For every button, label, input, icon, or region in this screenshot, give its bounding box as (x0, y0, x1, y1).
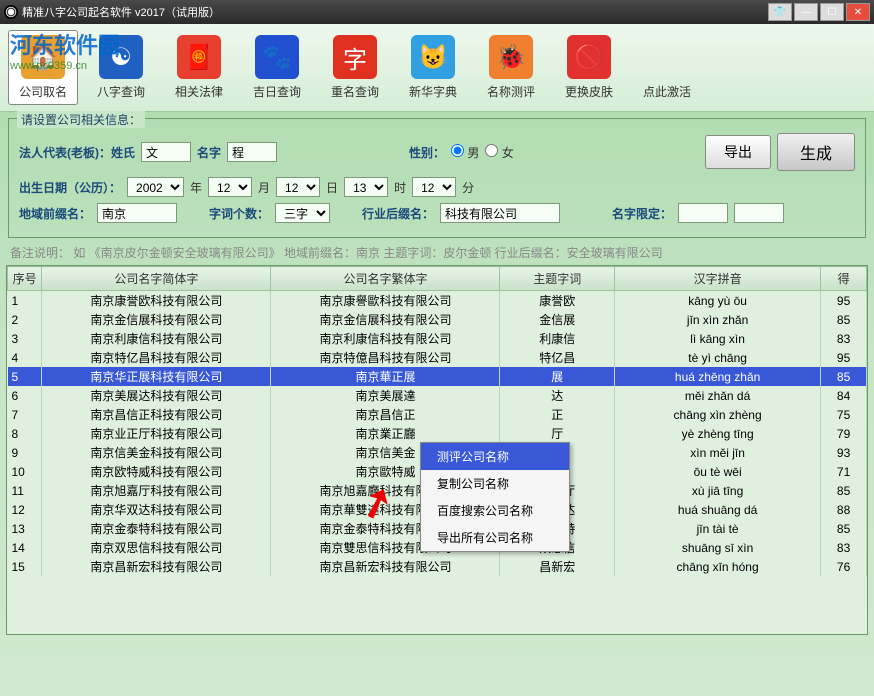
th-theme[interactable]: 主题字词 (500, 267, 615, 291)
tshirt-button[interactable]: 👕 (768, 3, 792, 21)
table-row[interactable]: 2南京金信展科技有限公司南京金信展科技有限公司金信展jīn xìn zhǎn85 (8, 310, 867, 329)
export-button[interactable]: 导出 (705, 135, 771, 169)
watermark-text: 河东软件园 (10, 33, 120, 58)
context-menu-item[interactable]: 百度搜索公司名称 (421, 497, 569, 524)
th-traditional[interactable]: 公司名字繁体字 (271, 267, 500, 291)
firstname-input[interactable] (227, 142, 277, 162)
toolbar-item-3[interactable]: 🐾 吉日查询 (242, 31, 312, 104)
toolbar-label: 吉日查询 (253, 83, 301, 100)
gender-label: 性别： (409, 144, 445, 161)
toolbar-icon: 🐾 (255, 35, 299, 79)
company-info-fieldset: 请设置公司相关信息： 法人代表(老板)：姓氏 名字 性别： 男 女 导出 生成 … (8, 118, 866, 238)
toolbar-icon: 🚫 (567, 35, 611, 79)
toolbar-label: 重名查询 (331, 83, 379, 100)
main-toolbar: 🏠公司取名☯八字查询🧧相关法律🐾吉日查询字重名查询😺新华字典🐞名称测评🚫更换皮肤… (0, 24, 874, 112)
toolbar-icon: 🐞 (489, 35, 533, 79)
window-title: 精准八字公司起名软件 v2017（试用版） (22, 4, 768, 20)
hour-select[interactable]: 13 (344, 177, 388, 197)
toolbar-label: 八字查询 (97, 83, 145, 100)
context-menu: 测评公司名称复制公司名称百度搜索公司名称导出所有公司名称 (420, 442, 570, 552)
year-select[interactable]: 2002 (127, 177, 184, 197)
suffix-label: 行业后缀名： (362, 205, 434, 222)
region-input[interactable] (97, 203, 177, 223)
th-pinyin[interactable]: 汉字拼音 (615, 267, 821, 291)
context-menu-item[interactable]: 导出所有公司名称 (421, 524, 569, 551)
toolbar-icon: 😺 (411, 35, 455, 79)
lock-input-2[interactable] (734, 203, 784, 223)
toolbar-item-2[interactable]: 🧧 相关法律 (164, 31, 234, 104)
generate-button[interactable]: 生成 (777, 133, 855, 171)
toolbar-label: 更换皮肤 (565, 83, 613, 100)
minimize-button[interactable]: — (794, 3, 818, 21)
table-header-row: 序号 公司名字简体字 公司名字繁体字 主题字词 汉字拼音 得 (8, 267, 867, 291)
day-select[interactable]: 12 (276, 177, 320, 197)
toolbar-item-7[interactable]: 🚫 更换皮肤 (554, 31, 624, 104)
close-button[interactable]: ✕ (846, 3, 870, 21)
context-menu-item[interactable]: 测评公司名称 (421, 443, 569, 470)
th-simplified[interactable]: 公司名字简体字 (42, 267, 271, 291)
toolbar-icon (645, 35, 689, 79)
month-select[interactable]: 12 (208, 177, 252, 197)
name-label: 名字 (197, 144, 221, 161)
toolbar-label: 点此激活 (643, 83, 691, 100)
table-row[interactable]: 7南京昌信正科技有限公司南京昌信正正chāng xìn zhèng75 (8, 405, 867, 424)
maximize-button[interactable]: ☐ (820, 3, 844, 21)
lock-label: 名字限定： (612, 205, 672, 222)
wordcount-label: 字词个数： (209, 205, 269, 222)
watermark: 河东软件园 www.pc0359.cn (10, 28, 120, 72)
birth-label: 出生日期（公历）： (19, 179, 121, 196)
gender-female-radio[interactable]: 女 (485, 144, 513, 161)
toolbar-item-6[interactable]: 🐞 名称测评 (476, 31, 546, 104)
suffix-input[interactable] (440, 203, 560, 223)
gender-male-radio[interactable]: 男 (451, 144, 479, 161)
table-row[interactable]: 15南京昌新宏科技有限公司南京昌新宏科技有限公司昌新宏chāng xīn hón… (8, 557, 867, 576)
table-row[interactable]: 6南京美展达科技有限公司南京美展達达měi zhǎn dá84 (8, 386, 867, 405)
toolbar-item-4[interactable]: 字重名查询 (320, 31, 390, 104)
app-icon (4, 5, 18, 19)
toolbar-label: 新华字典 (409, 83, 457, 100)
region-label: 地域前缀名： (19, 205, 91, 222)
table-row[interactable]: 4南京特亿昌科技有限公司南京特億昌科技有限公司特亿昌tè yì chāng95 (8, 348, 867, 367)
owner-label: 法人代表(老板)：姓氏 (19, 144, 135, 161)
minute-select[interactable]: 12 (412, 177, 456, 197)
table-row[interactable]: 3南京利康信科技有限公司南京利康信科技有限公司利康信lì kāng xìn83 (8, 329, 867, 348)
window-controls: 👕 — ☐ ✕ (768, 3, 870, 21)
lock-input-1[interactable] (678, 203, 728, 223)
fieldset-legend: 请设置公司相关信息： (17, 111, 145, 128)
wordcount-select[interactable]: 三字 (275, 203, 330, 223)
th-score[interactable]: 得 (821, 267, 867, 291)
table-row[interactable]: 1南京康誉欧科技有限公司南京康譽歐科技有限公司康誉欧kāng yù ōu95 (8, 291, 867, 311)
table-row[interactable]: 8南京业正厅科技有限公司南京業正廳厅yè zhèng tīng79 (8, 424, 867, 443)
toolbar-item-5[interactable]: 😺 新华字典 (398, 31, 468, 104)
table-row[interactable]: 5南京华正展科技有限公司南京華正展展huá zhēng zhǎn85 (8, 367, 867, 386)
note-text: 备注说明： 如 《南京皮尔金顿安全玻璃有限公司》 地域前缀名：南京 主题字词：皮… (10, 244, 864, 261)
context-menu-item[interactable]: 复制公司名称 (421, 470, 569, 497)
toolbar-item-8[interactable]: 点此激活 (632, 31, 702, 104)
toolbar-label: 相关法律 (175, 83, 223, 100)
toolbar-icon: 字 (333, 35, 377, 79)
titlebar: 精准八字公司起名软件 v2017（试用版） 👕 — ☐ ✕ (0, 0, 874, 24)
th-seq[interactable]: 序号 (8, 267, 42, 291)
toolbar-icon: 🧧 (177, 35, 221, 79)
watermark-url: www.pc0359.cn (10, 60, 120, 72)
surname-input[interactable] (141, 142, 191, 162)
toolbar-label: 公司取名 (19, 83, 67, 100)
toolbar-label: 名称测评 (487, 83, 535, 100)
